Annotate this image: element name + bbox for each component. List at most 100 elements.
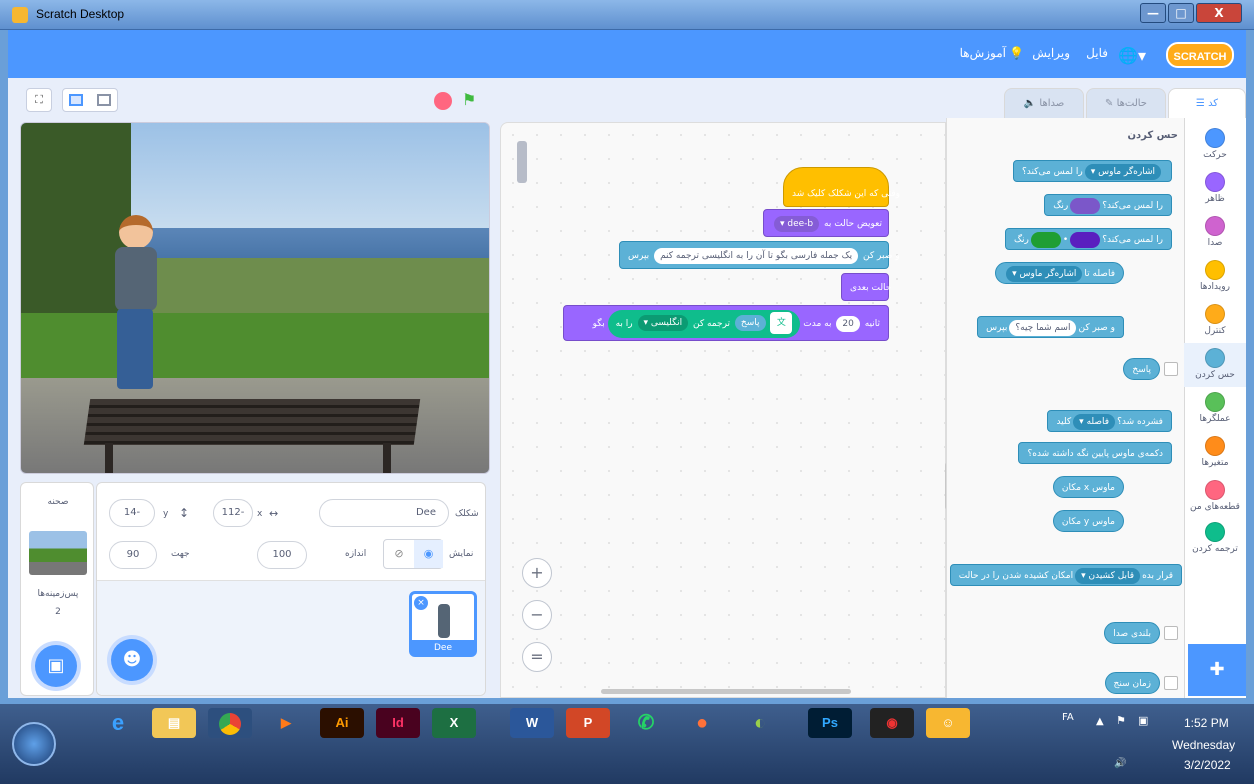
choose-backdrop-icon[interactable]: ▣	[35, 645, 77, 687]
ie-icon[interactable]: e	[96, 708, 140, 738]
app-icon[interactable]: ◐	[738, 708, 782, 738]
answer-reporter[interactable]: پاسخ	[734, 315, 766, 331]
drag-mode-dropdown[interactable]: ▾ قابل کشیدن	[1075, 567, 1141, 584]
key-pressed-block[interactable]: فشرده شد؟▾ فاصلهکلید	[1047, 410, 1172, 432]
category-9[interactable]: ترجمه کردن	[1184, 522, 1246, 554]
category-8[interactable]: قطعه‌های من	[1184, 480, 1246, 512]
clock-time[interactable]: 1:52 PM	[1184, 716, 1229, 730]
stop-icon[interactable]	[434, 92, 452, 110]
ask-default-input[interactable]: اسم شما چیه؟	[1009, 319, 1077, 336]
indesign-icon[interactable]: Id	[376, 708, 420, 738]
file-menu[interactable]: فایل	[1086, 46, 1108, 60]
distance-to-block[interactable]: ▾ اشاره‌گر ماوس فاصله تا	[995, 262, 1124, 284]
tab-code[interactable]: ☰ کد	[1168, 88, 1246, 120]
answer-block[interactable]: پاسخ	[1123, 358, 1160, 380]
volume-icon[interactable]: 🔊	[1114, 758, 1126, 769]
dee-head[interactable]	[119, 215, 153, 249]
y-position-field[interactable]: 14-	[109, 499, 155, 527]
visibility-toggle[interactable]: ⊘ ◉	[383, 539, 443, 569]
zoom-in-button[interactable]: +	[522, 558, 552, 588]
stage-selector[interactable]: صحنه پس‌زمینه‌ها 2 ▣	[20, 482, 94, 696]
whatsapp-icon[interactable]: ✆	[624, 708, 668, 738]
x-position-field[interactable]: 112-	[213, 499, 253, 527]
costume-dropdown[interactable]: ▾ dee-b	[774, 215, 820, 232]
large-stage-icon[interactable]	[97, 94, 111, 106]
touching-color-block[interactable]: را لمس می‌کند؟رنگ	[1044, 194, 1172, 216]
ask-block[interactable]: و صبر کناسم شما چیه؟بپرس	[977, 316, 1124, 338]
choose-sprite-icon[interactable]: ☻	[111, 639, 153, 681]
distance-dropdown[interactable]: ▾ اشاره‌گر ماوس	[1006, 265, 1083, 282]
sprite-thumbnail-dee[interactable]: × Dee	[409, 591, 477, 657]
color-touching-color-block[interactable]: را لمس می‌کند؟•رنگ	[1004, 228, 1172, 250]
color-swatch-purple[interactable]	[1070, 197, 1101, 214]
mouse-y-block[interactable]: مکان y ماوس	[1052, 510, 1124, 532]
category-4[interactable]: کنترل	[1184, 304, 1246, 336]
scratch-logo[interactable]: SCRATCH	[1166, 42, 1234, 68]
language-dropdown[interactable]: ▾ انگلیسی	[637, 315, 689, 331]
category-5[interactable]: حس کردن	[1184, 348, 1246, 380]
start-button[interactable]	[12, 722, 56, 766]
category-3[interactable]: رویدادها	[1184, 260, 1246, 292]
input-language[interactable]: FA	[1062, 712, 1074, 723]
horizontal-scrollbar[interactable]	[601, 689, 851, 694]
category-7[interactable]: متغیرها	[1184, 436, 1246, 468]
flag-icon[interactable]: ⚑	[1116, 714, 1126, 727]
dee-shirt[interactable]	[115, 247, 157, 311]
green-flag-icon[interactable]: ⚑	[462, 90, 476, 109]
show-icon[interactable]: ◉	[414, 540, 443, 568]
mouse-down-block[interactable]: دکمه‌ی ماوس پایین نگه داشته شده؟	[1018, 442, 1172, 464]
switch-costume-block[interactable]: ▾ dee-b تعویض حالت به	[763, 209, 889, 237]
category-1[interactable]: ظاهر	[1184, 172, 1246, 204]
powerpoint-icon[interactable]: P	[566, 708, 610, 738]
minimize-button[interactable]: —	[1140, 3, 1166, 23]
explorer-icon[interactable]: ▤	[152, 708, 196, 738]
color-swatch-violet[interactable]	[1070, 231, 1101, 248]
touching-dropdown[interactable]: ▾ اشاره‌گر ماوس	[1084, 163, 1161, 180]
sprite-name-field[interactable]: Dee	[319, 499, 449, 527]
tutorials-menu[interactable]: آموزش‌ها	[960, 46, 1006, 60]
backdrop-thumbnail[interactable]	[29, 531, 87, 575]
word-icon[interactable]: W	[510, 708, 554, 738]
delete-sprite-icon[interactable]: ×	[414, 596, 428, 610]
key-dropdown[interactable]: ▾ فاصله	[1073, 413, 1116, 430]
stage-size-toggle[interactable]	[62, 88, 118, 112]
maximize-button[interactable]: □	[1168, 3, 1194, 23]
seconds-input[interactable]: 20	[836, 315, 860, 332]
ask-text-input[interactable]: یک جمله فارسی بگو تا آن را به انگلیسی تر…	[654, 247, 859, 264]
direction-field[interactable]: 90	[109, 541, 157, 569]
photoshop-icon[interactable]: Ps	[808, 708, 852, 738]
say-for-secs-block[interactable]: ثانیه 20 به مدت ترجمه کن ▾ انگلیسی را به…	[563, 305, 889, 341]
hide-icon[interactable]: ⊘	[384, 540, 414, 568]
code-workspace[interactable]: وقتی که این شکلک کلیک شد ▾ dee-b تعویض ح…	[500, 122, 949, 698]
tray-arrow-icon[interactable]: ▲	[1096, 716, 1104, 727]
globe-icon[interactable]: 🌐▾	[1118, 46, 1146, 66]
app-icon[interactable]: ◉	[870, 708, 914, 738]
dee-jeans[interactable]	[117, 309, 153, 389]
excel-icon[interactable]: X	[432, 708, 476, 738]
tab-sounds[interactable]: 🔈 صداها	[1004, 88, 1084, 120]
touching-block[interactable]: را لمس می‌کند؟ ▾ اشاره‌گر ماوس	[1012, 160, 1172, 182]
loudness-checkbox[interactable]	[1164, 626, 1178, 640]
mouse-x-block[interactable]: مکان x ماوس	[1052, 476, 1124, 498]
timer-checkbox[interactable]	[1164, 676, 1178, 690]
color-swatch-green[interactable]	[1030, 231, 1061, 248]
zoom-out-button[interactable]: −	[522, 600, 552, 630]
set-drag-mode-block[interactable]: قرار بده▾ قابل کشیدنامکان کشیده شدن را د…	[949, 564, 1182, 586]
hat-block-when-clicked[interactable]: وقتی که این شکلک کلیک شد	[783, 167, 900, 207]
next-costume-block[interactable]: حالت بعدی	[841, 273, 891, 301]
tray-app-icon[interactable]: ▣	[1138, 714, 1148, 727]
add-extension-button[interactable]: ✚	[1188, 644, 1246, 696]
category-6[interactable]: عملگرها	[1184, 392, 1246, 424]
loudness-block[interactable]: بلندی صدا	[1104, 622, 1160, 644]
zoom-reset-button[interactable]: =	[522, 642, 552, 672]
ask-and-wait-block[interactable]: و صبر کن یک جمله فارسی بگو تا آن را به ا…	[619, 241, 900, 269]
illustrator-icon[interactable]: Ai	[320, 708, 364, 738]
close-button[interactable]: X	[1196, 3, 1242, 23]
stage-canvas[interactable]	[20, 122, 490, 474]
size-field[interactable]: 100	[257, 541, 307, 569]
edit-menu[interactable]: ویرایش	[1032, 46, 1070, 60]
tab-costumes[interactable]: ✎ حالت‌ها	[1086, 88, 1166, 120]
translate-reporter[interactable]: ترجمه کن ▾ انگلیسی را به پاسخ 文	[607, 309, 801, 338]
firefox-icon[interactable]: ●	[680, 708, 724, 738]
fullscreen-icon[interactable]: ⛶	[26, 88, 52, 112]
